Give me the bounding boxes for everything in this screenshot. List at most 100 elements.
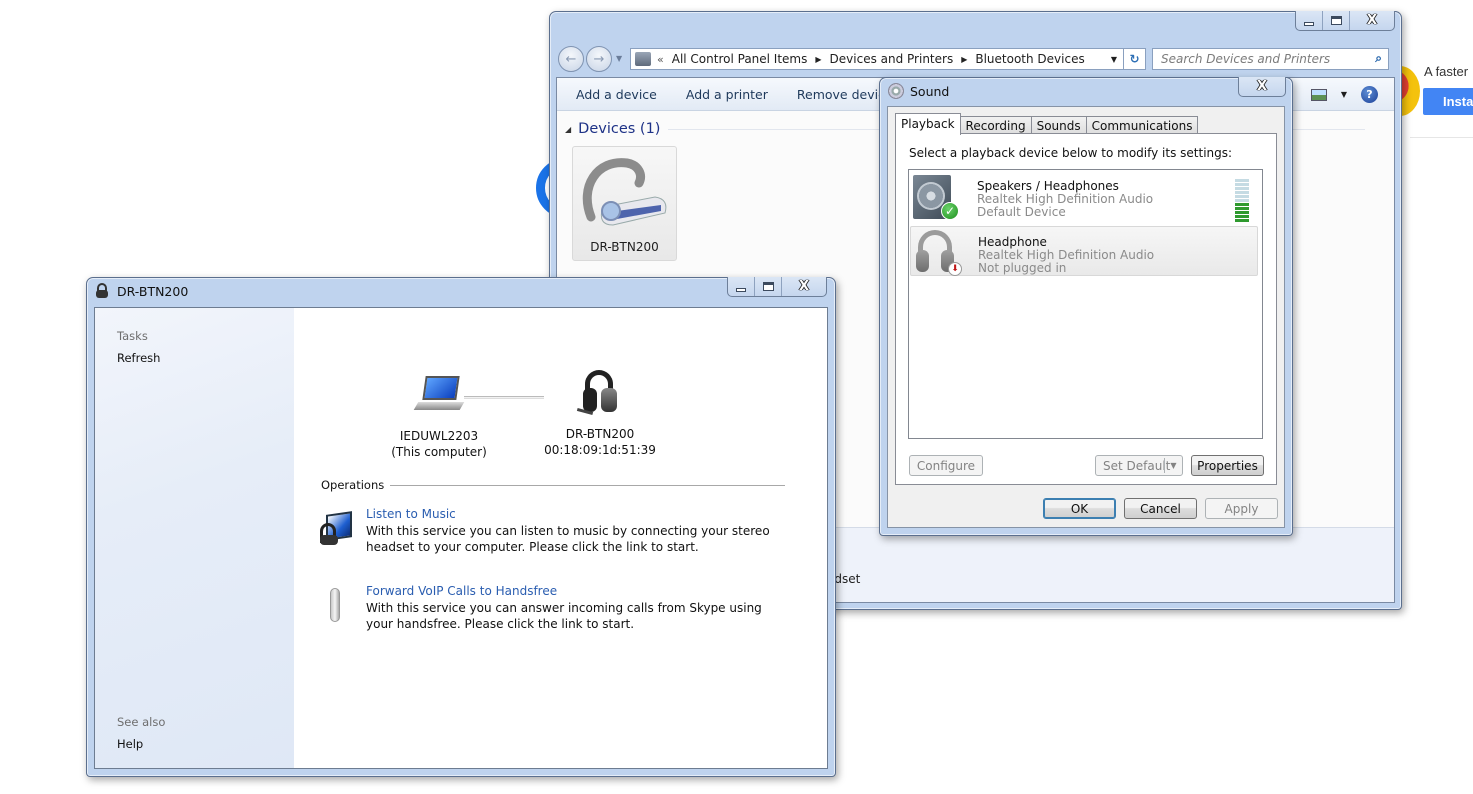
window-controls: X — [1295, 11, 1395, 31]
cancel-button[interactable]: Cancel — [1124, 498, 1197, 519]
change-view-icon[interactable] — [1310, 88, 1327, 101]
level-meter-segment — [1235, 187, 1249, 190]
breadcrumb-separator-icon[interactable]: ▶ — [815, 55, 821, 64]
close-button[interactable]: X — [782, 277, 826, 296]
ear-cup — [916, 250, 929, 272]
instructions: Select a playback device below to modify… — [909, 146, 1233, 160]
navigation-bar: ← → ▼ « All Control Panel Items ▶ Device… — [558, 46, 1393, 72]
close-button[interactable]: X — [1350, 11, 1394, 30]
listen-to-music-link[interactable]: Listen to Music — [366, 507, 456, 521]
minimize-icon — [1304, 21, 1314, 26]
device-texts: Headphone Realtek High Definition Audio … — [978, 227, 1154, 275]
headset-cup-left — [583, 388, 597, 412]
operation-description: With this service you can answer incomin… — [366, 601, 762, 631]
breadcrumb-all-control-panel-items[interactable]: All Control Panel Items — [672, 52, 808, 66]
refresh-link[interactable]: Refresh — [117, 351, 160, 365]
remote-device-name: DR-BTN200 — [565, 427, 635, 441]
forward-voip-link[interactable]: Forward VoIP Calls to Handsfree — [366, 584, 557, 598]
this-computer-node: IEDUWL2203 (This computer) — [389, 376, 489, 460]
sound-icon — [888, 83, 904, 99]
help-icon[interactable]: ? — [1361, 86, 1378, 103]
browser-promo-text: A faster — [1424, 64, 1469, 79]
back-button[interactable]: ← — [558, 46, 584, 72]
level-meter-segment — [1235, 183, 1249, 186]
tab-playback[interactable]: Playback — [895, 113, 961, 135]
add-printer-button[interactable]: Add a printer — [686, 87, 768, 102]
back-arrow-icon: ← — [565, 51, 577, 67]
window-controls: X — [727, 277, 827, 297]
help-link[interactable]: Help — [117, 737, 143, 751]
level-meter-segment — [1235, 199, 1249, 202]
task-pane: Tasks Refresh See also Help — [95, 308, 294, 768]
headset-icon — [576, 370, 623, 418]
list-item[interactable]: ⬇ Headphone Realtek High Definition Audi… — [910, 226, 1258, 276]
search-placeholder: Search Devices and Printers — [1161, 52, 1331, 66]
maximize-button[interactable] — [1323, 11, 1350, 30]
maximize-button[interactable] — [755, 277, 782, 296]
forward-button[interactable]: → — [586, 46, 612, 72]
set-default-dropdown-icon[interactable]: ▼ — [1164, 458, 1182, 473]
computer-name: IEDUWL2203 — [399, 429, 479, 443]
breadcrumb-devices-and-printers[interactable]: Devices and Printers — [830, 52, 954, 66]
view-dropdown-icon[interactable]: ▼ — [1341, 90, 1347, 99]
forward-arrow-icon: → — [593, 51, 605, 67]
configure-button[interactable]: Configure — [909, 455, 983, 476]
collapse-icon[interactable]: ◢ — [565, 125, 571, 134]
add-device-button[interactable]: Add a device — [576, 87, 657, 102]
remote-device-node: DR-BTN200 00:18:09:1d:51:39 — [542, 370, 658, 458]
remote-device-address: 00:18:09:1d:51:39 — [544, 443, 656, 457]
apply-button[interactable]: Apply — [1205, 498, 1278, 519]
level-meter-segment — [1235, 215, 1249, 218]
level-meter-segment — [1235, 195, 1249, 198]
laptop-keyboard — [413, 402, 465, 410]
minimize-button[interactable] — [1296, 11, 1323, 30]
minimize-button[interactable] — [728, 277, 755, 296]
background-divider — [1410, 137, 1473, 138]
window-controls: X — [1238, 77, 1286, 97]
music-headset-icon — [320, 511, 352, 547]
tab-strip: Playback Recording Sounds Communications — [895, 113, 1199, 135]
breadcrumb-separator-icon[interactable]: ▶ — [961, 55, 967, 64]
breadcrumb-overflow[interactable]: « — [657, 53, 664, 66]
refresh-icon: ↻ — [1129, 52, 1140, 66]
playback-device-list[interactable]: ✓ Speakers / Headphones Realtek High Def… — [908, 169, 1263, 439]
level-meter-segment — [1235, 191, 1249, 194]
recent-pages-dropdown[interactable]: ▼ — [616, 54, 622, 63]
address-dropdown-icon[interactable]: ▼ — [1111, 55, 1117, 64]
close-button[interactable]: X — [1239, 77, 1285, 96]
headset-icon — [95, 283, 109, 299]
close-icon: X — [798, 279, 810, 294]
level-meter-segment — [1235, 207, 1249, 210]
computer-caption: (This computer) — [391, 445, 487, 459]
close-icon: X — [1366, 13, 1378, 28]
properties-button[interactable]: Properties — [1191, 455, 1264, 476]
device-status: Default Device — [977, 205, 1066, 219]
ok-button[interactable]: OK — [1043, 498, 1116, 519]
level-meter-segment — [1235, 219, 1249, 222]
headphone-icon: ⬇ — [914, 228, 962, 276]
operations-divider — [390, 484, 785, 486]
headset-cups — [96, 290, 108, 298]
search-input[interactable]: Search Devices and Printers ⌕ — [1152, 48, 1389, 70]
set-default-label: Set Default — [1103, 458, 1171, 473]
dialog-body: Playback Recording Sounds Communications… — [887, 106, 1285, 528]
phone-handset-icon — [320, 588, 352, 624]
search-icon[interactable]: ⌕ — [1375, 51, 1382, 66]
list-item[interactable]: ✓ Speakers / Headphones Realtek High Def… — [910, 171, 1258, 222]
refresh-button[interactable]: ↻ — [1124, 48, 1146, 70]
device-tile-dr-btn200[interactable]: DR-BTN200 — [572, 146, 677, 261]
group-title: Devices (1) — [578, 121, 661, 137]
headphone-cups — [320, 535, 338, 545]
address-bar[interactable]: « All Control Panel Items ▶ Devices and … — [630, 48, 1124, 70]
operation-description: With this service you can listen to musi… — [366, 524, 770, 554]
device-status: Not plugged in — [978, 261, 1067, 275]
laptop-screen — [422, 376, 460, 400]
set-default-button[interactable]: Set Default ▼ — [1095, 455, 1183, 476]
see-also-header: See also — [117, 715, 166, 729]
dialog-title: Sound — [910, 83, 950, 99]
operations-header: Operations — [321, 478, 785, 492]
breadcrumb-bluetooth-devices[interactable]: Bluetooth Devices — [975, 52, 1084, 66]
device-window: DR-BTN200 X Tasks Refresh See also Help … — [86, 277, 836, 777]
level-meter-segment — [1235, 179, 1249, 182]
install-button[interactable]: Insta — [1423, 88, 1473, 115]
